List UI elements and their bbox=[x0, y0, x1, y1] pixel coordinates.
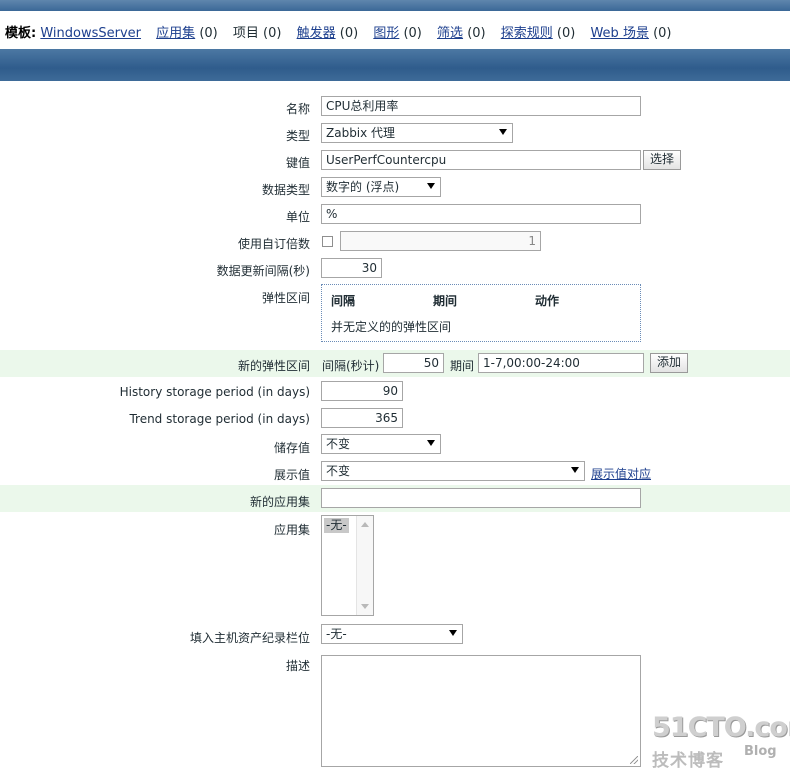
template-label: 模板: bbox=[5, 26, 37, 41]
form-header-bar bbox=[0, 49, 790, 81]
interval-label: 数据更新间隔(秒) bbox=[216, 264, 310, 278]
apps-label: 应用集 bbox=[273, 523, 310, 537]
inventory-label: 填入主机资产纪录栏位 bbox=[189, 631, 310, 645]
newflex-add-button[interactable]: 添加 bbox=[650, 353, 689, 373]
chevron-down-icon bbox=[427, 440, 435, 446]
show-mapping-link[interactable]: 展示值对应 bbox=[591, 465, 651, 482]
top-header-bar bbox=[0, 0, 790, 11]
chevron-down-icon bbox=[427, 183, 435, 189]
trend-label: Trend storage period (in days) bbox=[129, 412, 310, 426]
flex-header-period: 期间 bbox=[433, 294, 458, 308]
description-textarea[interactable] bbox=[321, 655, 641, 767]
nav-web-scenarios-link[interactable]: Web 场景 bbox=[590, 26, 648, 41]
scroll-up-icon bbox=[361, 522, 369, 527]
store-select[interactable]: 不变 bbox=[321, 434, 441, 454]
chevron-down-icon bbox=[449, 630, 457, 636]
newflex-interval-label: 间隔(秒计) bbox=[322, 359, 380, 373]
history-input[interactable]: 90 bbox=[321, 381, 403, 401]
show-select-value: 不变 bbox=[326, 464, 351, 478]
inventory-select-value: -无- bbox=[326, 627, 347, 641]
flex-intervals-table: 间隔 期间 动作 并无定义的的弹性区间 bbox=[321, 284, 641, 342]
type-select-value: Zabbix 代理 bbox=[326, 126, 396, 140]
newflex-interval-input[interactable]: 50 bbox=[383, 353, 444, 373]
show-label: 展示值 bbox=[273, 468, 310, 482]
history-label: History storage period (in days) bbox=[119, 385, 310, 399]
template-breadcrumb: 模板: WindowsServer 应用集 (0) 项目 (0) 触发器 (0)… bbox=[5, 22, 672, 41]
nav-filters-count: (0) bbox=[467, 26, 486, 41]
newflex-period-input[interactable]: 1-7,00:00-24:00 bbox=[478, 353, 644, 373]
inventory-select[interactable]: -无- bbox=[321, 624, 463, 644]
site-watermark: 51CTO.com 技术博客 Blog bbox=[652, 712, 790, 771]
nav-triggers-link[interactable]: 触发器 bbox=[297, 26, 336, 41]
multiplier-input[interactable]: 1 bbox=[340, 231, 541, 251]
name-input[interactable]: CPU总利用率 bbox=[321, 96, 641, 116]
template-name-link[interactable]: WindowsServer bbox=[40, 26, 141, 41]
datatype-label: 数据类型 bbox=[261, 183, 310, 197]
watermark-line3: Blog bbox=[744, 744, 777, 759]
newflex-label: 新的弹性区间 bbox=[237, 359, 310, 373]
nav-applications-link[interactable]: 应用集 bbox=[156, 26, 195, 41]
type-select[interactable]: Zabbix 代理 bbox=[321, 123, 513, 143]
apps-listbox[interactable]: -无- bbox=[321, 515, 374, 616]
key-input[interactable]: UserPerfCountercpu bbox=[321, 150, 641, 170]
nav-triggers-count: (0) bbox=[339, 26, 359, 41]
nav-applications-count: (0) bbox=[199, 26, 218, 41]
nav-items-count: (0) bbox=[263, 26, 282, 41]
store-label: 储存值 bbox=[273, 441, 310, 455]
nav-discovery-count: (0) bbox=[556, 26, 576, 41]
show-select[interactable]: 不变 bbox=[321, 461, 585, 481]
units-input[interactable]: % bbox=[321, 204, 641, 224]
chevron-down-icon bbox=[571, 467, 579, 473]
interval-input[interactable]: 30 bbox=[321, 258, 382, 278]
flex-label: 弹性区间 bbox=[261, 291, 310, 305]
flex-header-interval: 间隔 bbox=[331, 294, 356, 308]
store-select-value: 不变 bbox=[326, 437, 351, 451]
flex-empty-message: 并无定义的的弹性区间 bbox=[331, 320, 452, 334]
nav-discovery-link[interactable]: 探索规则 bbox=[501, 26, 553, 41]
flex-header-action: 动作 bbox=[535, 294, 560, 308]
apps-option[interactable]: -无- bbox=[324, 518, 349, 533]
newapp-input[interactable] bbox=[321, 488, 641, 508]
type-label: 类型 bbox=[285, 129, 310, 143]
trend-input[interactable]: 365 bbox=[321, 408, 403, 428]
nav-graphs-count: (0) bbox=[403, 26, 422, 41]
desc-label: 描述 bbox=[285, 659, 310, 673]
units-label: 单位 bbox=[285, 210, 310, 224]
newapp-label: 新的应用集 bbox=[249, 495, 310, 509]
chevron-down-icon bbox=[499, 129, 507, 135]
name-label: 名称 bbox=[285, 102, 310, 116]
nav-filters-link[interactable]: 筛选 bbox=[437, 26, 463, 41]
resize-grip-icon[interactable] bbox=[630, 756, 638, 764]
key-select-button[interactable]: 选择 bbox=[643, 150, 682, 170]
key-label: 键值 bbox=[285, 156, 310, 170]
datatype-select[interactable]: 数字的 (浮点) bbox=[321, 177, 441, 197]
multiplier-checkbox[interactable] bbox=[322, 236, 333, 247]
scroll-down-icon bbox=[361, 604, 369, 609]
datatype-select-value: 数字的 (浮点) bbox=[326, 180, 400, 194]
watermark-line1: 51CTO.com bbox=[652, 712, 790, 743]
multiplier-label: 使用自订倍数 bbox=[237, 237, 310, 251]
nav-graphs-link[interactable]: 图形 bbox=[373, 26, 399, 41]
apps-scrollbar[interactable] bbox=[356, 516, 373, 615]
nav-web-scenarios-count: (0) bbox=[653, 26, 672, 41]
nav-items-label: 项目 bbox=[232, 26, 259, 41]
newflex-period-label: 期间 bbox=[450, 359, 475, 373]
watermark-line2: 技术博客 bbox=[652, 751, 724, 771]
